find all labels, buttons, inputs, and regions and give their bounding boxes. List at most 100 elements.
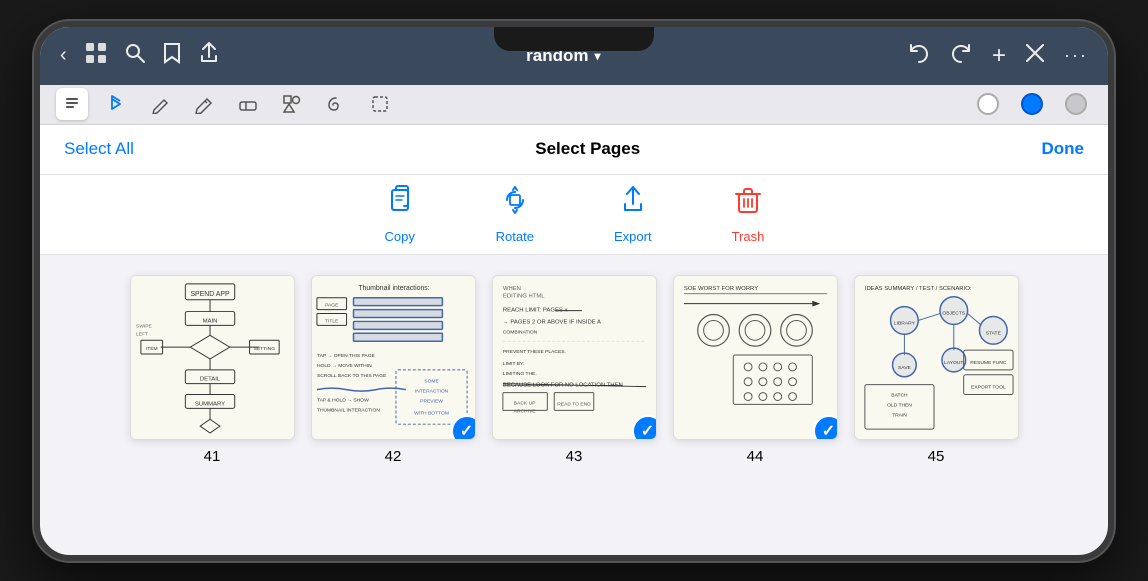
chevron-down-icon: ▾ [594,49,600,63]
tool-pencil[interactable] [144,88,176,120]
tool-select[interactable] [364,88,396,120]
svg-text:PAGE: PAGE [325,302,339,308]
svg-text:SOME: SOME [424,378,439,384]
svg-text:PREVENT THESE PLACES.: PREVENT THESE PLACES. [502,349,565,355]
page-thumb-45: IDEAS SUMMARY / TEST / SCENARIO: LIBRARY… [854,275,1019,440]
svg-text:Thumbnail interactions:: Thumbnail interactions: [358,284,429,291]
svg-text:STATE: STATE [985,330,1001,336]
trash-icon [732,184,764,223]
page-number-43: 43 [566,448,583,465]
page-number-42: 42 [385,448,402,465]
page-number-44: 44 [747,448,764,465]
back-button[interactable]: ‹ [60,44,67,67]
svg-text:TITLE: TITLE [325,318,339,324]
tool-eraser[interactable] [232,88,264,120]
svg-text:WHEN: WHEN [502,285,520,291]
tool-shapes[interactable] [276,88,308,120]
export-action[interactable]: Export [614,184,652,244]
export-icon [617,184,649,223]
copy-icon [384,184,416,223]
more-button[interactable]: ··· [1064,45,1088,66]
svg-text:EDITING HTML: EDITING HTML [502,293,544,299]
svg-text:INTERACTION: INTERACTION [414,388,448,394]
rotate-icon [499,184,531,223]
svg-text:SCROLL BACK TO THIS PAGE: SCROLL BACK TO THIS PAGE [316,372,386,378]
svg-text:LIMITING THE.: LIMITING THE. [502,370,536,376]
svg-text:PREVIEW: PREVIEW [420,398,443,404]
close-button[interactable] [1026,44,1044,68]
page-thumb-42: Thumbnail interactions: PAGE TITLE TAP →… [311,275,476,440]
svg-text:HOLD → MOVE WITHIN: HOLD → MOVE WITHIN [316,362,371,368]
page-number-41: 41 [204,448,221,465]
select-pages-bar: Select All Select Pages Done [40,125,1108,175]
export-label: Export [614,229,652,244]
grid-view-button[interactable] [85,42,107,70]
toolbar-secondary [40,85,1108,125]
svg-text:MAIN: MAIN [202,318,217,324]
page-number-45: 45 [928,448,945,465]
tool-color-blue[interactable] [1016,88,1048,120]
page-thumb-44: SOE WORST FOR WORRY [673,275,838,440]
tool-pen[interactable] [56,88,88,120]
svg-text:COMBINATION: COMBINATION [502,329,537,335]
svg-text:IDEAS SUMMARY / TEST / SCENARI: IDEAS SUMMARY / TEST / SCENARIO: [864,285,971,291]
top-bar-right: + ··· [908,42,1088,70]
svg-text:LIMIT BY:: LIMIT BY: [502,360,524,366]
svg-text:TRAIN: TRAIN [892,412,907,418]
page-thumb-41: SPEND APP MAIN ITEM SETTING [130,275,295,440]
svg-text:READ TO END: READ TO END [557,401,591,407]
svg-text:RESUME FUNC: RESUME FUNC [970,359,1007,365]
add-button[interactable]: + [992,42,1006,70]
rotate-action[interactable]: Rotate [496,184,534,244]
svg-text:→ PAGES 2 OR ABOVE IF INSIDE A: → PAGES 2 OR ABOVE IF INSIDE A [502,319,600,325]
page-item-43[interactable]: WHEN EDITING HTML REACH LIMIT: PAGES x →… [492,275,657,465]
svg-text:SAVE: SAVE [898,364,911,370]
rotate-label: Rotate [496,229,534,244]
copy-label: Copy [384,229,414,244]
svg-text:TAP & HOLD → SHOW: TAP & HOLD → SHOW [316,397,368,403]
tool-color-swatch[interactable] [1060,88,1092,120]
pages-grid: SPEND APP MAIN ITEM SETTING [40,255,1108,485]
svg-text:LIBRARY: LIBRARY [893,320,915,326]
search-icon[interactable] [125,43,145,69]
device: ‹ [34,21,1114,561]
svg-text:SPEND APP: SPEND APP [190,290,230,297]
svg-text:SOE WORST FOR WORRY: SOE WORST FOR WORRY [683,285,757,291]
svg-text:LAYOUT: LAYOUT [944,359,963,365]
copy-action[interactable]: Copy [384,184,416,244]
share-icon[interactable] [199,42,219,70]
select-all-button[interactable]: Select All [64,139,134,159]
svg-text:SETTING: SETTING [253,346,275,352]
svg-text:BATCH: BATCH [891,392,908,398]
svg-text:BACK UP: BACK UP [513,400,535,406]
svg-text:THUMBNAIL INTERACTION: THUMBNAIL INTERACTION [316,407,379,413]
page-item-41[interactable]: SPEND APP MAIN ITEM SETTING [130,275,295,465]
page-item-42[interactable]: Thumbnail interactions: PAGE TITLE TAP →… [311,275,476,465]
tool-marker[interactable] [188,88,220,120]
trash-action[interactable]: Trash [732,184,765,244]
page-item-44[interactable]: SOE WORST FOR WORRY [673,275,838,465]
trash-label: Trash [732,229,765,244]
page-item-45[interactable]: IDEAS SUMMARY / TEST / SCENARIO: LIBRARY… [854,275,1019,465]
svg-text:OBJECTS: OBJECTS [942,310,965,316]
svg-text:ARCHIVE: ARCHIVE [513,408,536,414]
undo-button[interactable] [908,43,930,69]
redo-button[interactable] [950,43,972,69]
svg-text:ITEM: ITEM [145,346,157,352]
tool-bluetooth[interactable] [100,88,132,120]
done-button[interactable]: Done [1042,139,1085,159]
page-thumb-43: WHEN EDITING HTML REACH LIMIT: PAGES x →… [492,275,657,440]
svg-text:OLD THEN: OLD THEN [887,402,912,408]
top-bar-left: ‹ [60,42,219,70]
svg-text:WITH BOTTOM: WITH BOTTOM [414,410,449,416]
bookmark-icon[interactable] [163,42,181,70]
svg-text:DETAIL: DETAIL [199,376,220,382]
tool-lasso[interactable] [320,88,352,120]
svg-text:SUMMARY: SUMMARY [194,401,224,407]
tool-color-white[interactable] [972,88,1004,120]
select-pages-title: Select Pages [535,139,640,159]
svg-text:SWIPE: SWIPE [135,323,152,329]
svg-text:EXPORT TOOL: EXPORT TOOL [971,384,1006,390]
notch [494,27,654,51]
actions-row: Copy Rotate Export [40,175,1108,255]
